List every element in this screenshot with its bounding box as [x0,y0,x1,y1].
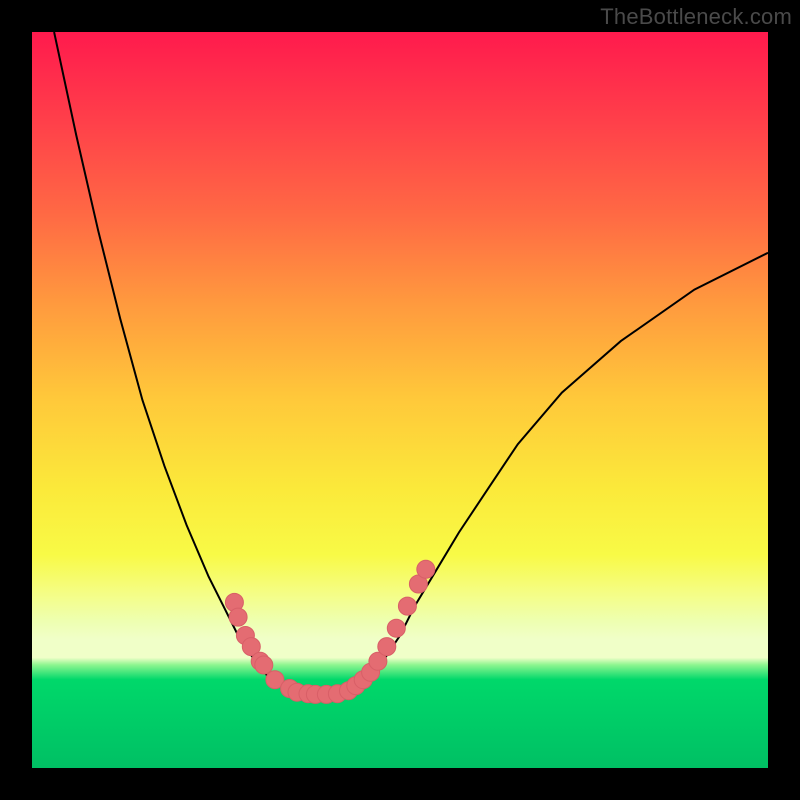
data-marker [387,619,405,637]
chart-frame: TheBottleneck.com [0,0,800,800]
plot-area [32,32,768,768]
data-marker [398,597,416,615]
data-marker [378,638,396,656]
curve-layer [54,32,768,694]
watermark-text: TheBottleneck.com [600,4,792,30]
data-marker [255,656,273,674]
marker-layer [225,560,434,703]
data-marker [417,560,435,578]
data-marker [229,608,247,626]
curve-left-branch [54,32,326,694]
chart-svg [32,32,768,768]
